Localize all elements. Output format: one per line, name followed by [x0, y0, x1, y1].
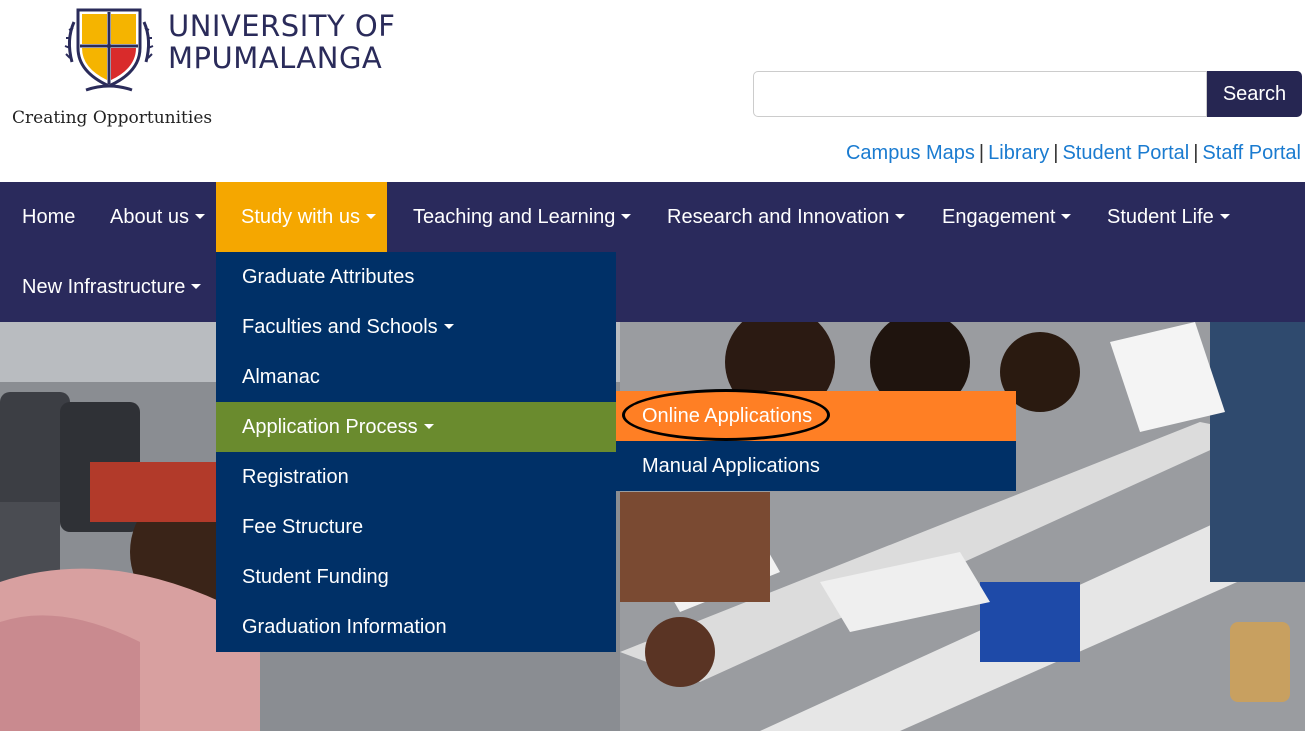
menu-item-label: Graduate Attributes [242, 266, 415, 288]
menu-item-label: Manual Applications [642, 455, 820, 477]
menu-item-almanac[interactable]: Almanac [216, 352, 616, 402]
nav-label: New Infrastructure [22, 276, 186, 298]
application-process-submenu: Online Applications Manual Applications [616, 391, 1016, 491]
menu-item-application-process[interactable]: Application Process [216, 402, 616, 452]
caret-down-icon [191, 284, 202, 289]
nav-label: Home [22, 206, 76, 228]
search-button[interactable]: Search [1207, 71, 1302, 117]
study-with-us-dropdown: Graduate Attributes Faculties and School… [216, 252, 616, 652]
nav-about-us[interactable]: About us [88, 182, 227, 252]
nav-student-life[interactable]: Student Life [1085, 182, 1252, 252]
main-navbar: Home About us Study with us Teaching and… [0, 182, 1305, 322]
university-name-line1: UNIVERSITY OF [168, 9, 396, 43]
quick-links: Campus Maps | Library | Student Portal | Staff… [846, 142, 1301, 165]
nav-research-and-innovation[interactable]: Research and Innovation [645, 182, 927, 252]
menu-item-label: Registration [242, 466, 349, 488]
menu-item-label: Online Applications [642, 405, 813, 427]
caret-down-icon [443, 324, 454, 329]
menu-item-label: Fee Structure [242, 516, 364, 538]
university-logo[interactable] [64, 0, 154, 94]
university-name[interactable]: UNIVERSITY OF MPUMALANGA [168, 10, 395, 74]
menu-item-label: Almanac [242, 366, 320, 388]
nav-label: Study with us [241, 206, 360, 228]
caret-down-icon [1061, 214, 1072, 219]
search-input[interactable] [753, 71, 1207, 117]
caret-down-icon [194, 214, 205, 219]
menu-item-registration[interactable]: Registration [216, 452, 616, 502]
campus-maps-link[interactable]: Campus Maps [846, 142, 975, 164]
nav-label: Teaching and Learning [413, 206, 616, 228]
menu-item-fee-structure[interactable]: Fee Structure [216, 502, 616, 552]
university-name-line2: MPUMALANGA [168, 41, 383, 75]
tagline: Creating Opportunities [12, 108, 213, 128]
nav-label: Engagement [942, 206, 1056, 228]
link-separator: | [1053, 142, 1059, 164]
caret-down-icon [365, 214, 376, 219]
hero-image [0, 322, 1305, 731]
menu-item-online-applications[interactable]: Online Applications [616, 391, 1016, 441]
menu-item-graduation-information[interactable]: Graduation Information [216, 602, 616, 652]
nav-label: Research and Innovation [667, 206, 890, 228]
nav-home[interactable]: Home [0, 182, 97, 252]
menu-item-label: Student Funding [242, 566, 389, 588]
menu-item-label: Faculties and Schools [242, 316, 438, 338]
caret-down-icon [621, 214, 632, 219]
menu-item-graduate-attributes[interactable]: Graduate Attributes [216, 252, 616, 302]
library-link[interactable]: Library [988, 142, 1049, 164]
caret-down-icon [1219, 214, 1230, 219]
link-separator: | [1193, 142, 1199, 164]
nav-label: About us [110, 206, 189, 228]
link-separator: | [978, 142, 985, 164]
nav-new-infrastructure[interactable]: New Infrastructure [0, 252, 223, 322]
menu-item-manual-applications[interactable]: Manual Applications [616, 441, 1016, 491]
student-portal-link[interactable]: Student Portal [1062, 142, 1189, 164]
caret-down-icon [423, 424, 434, 429]
menu-item-student-funding[interactable]: Student Funding [216, 552, 616, 602]
nav-label: Student Life [1107, 206, 1214, 228]
menu-item-label: Graduation Information [242, 616, 447, 638]
nav-study-with-us[interactable]: Study with us [216, 182, 387, 252]
menu-item-faculties-and-schools[interactable]: Faculties and Schools [216, 302, 616, 352]
caret-down-icon [895, 214, 906, 219]
nav-engagement[interactable]: Engagement [920, 182, 1093, 252]
nav-teaching-and-learning[interactable]: Teaching and Learning [391, 182, 653, 252]
staff-portal-link[interactable]: Staff Portal [1202, 142, 1301, 164]
menu-item-label: Application Process [242, 416, 418, 438]
